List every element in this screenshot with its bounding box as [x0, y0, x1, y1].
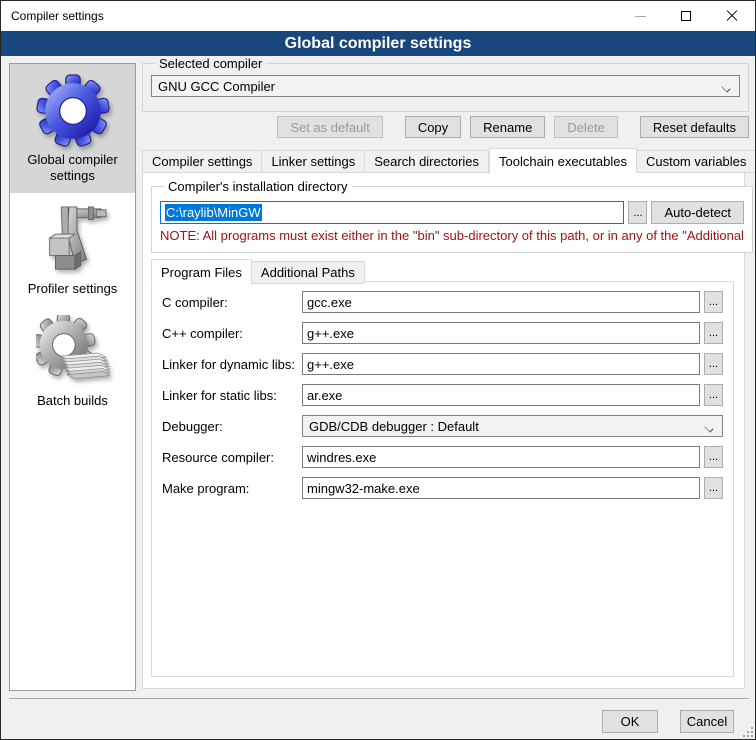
tab-toolchain-executables[interactable]: Toolchain executables — [489, 148, 637, 174]
install-directory-legend: Compiler's installation directory — [164, 179, 352, 194]
field-row-c-compiler: C compiler: ... — [152, 291, 733, 313]
sidebar-item-profiler-settings[interactable]: Profiler settings — [10, 193, 135, 305]
selected-compiler-group: Selected compiler GNU GCC Compiler — [142, 56, 749, 112]
chevron-down-icon — [705, 422, 714, 431]
compiler-select-value: GNU GCC Compiler — [158, 79, 722, 94]
set-as-default-button[interactable]: Set as default — [277, 116, 383, 138]
field-row-resource-compiler: Resource compiler: ... — [152, 446, 733, 468]
dialog-actions: OK Cancel — [602, 710, 734, 733]
close-button[interactable] — [709, 1, 755, 31]
program-files-tabbar: Program Files Additional Paths — [151, 259, 365, 284]
minimize-icon — [635, 16, 646, 17]
make-program-input[interactable] — [302, 477, 700, 499]
maximize-button[interactable] — [663, 1, 709, 31]
install-dir-browse-button[interactable]: ... — [628, 201, 647, 224]
tab-custom-variables[interactable]: Custom variables — [637, 150, 756, 173]
title-bar[interactable]: Compiler settings — [1, 1, 755, 31]
resize-grip[interactable] — [740, 724, 753, 737]
install-dir-value: C:\raylib\MinGW — [165, 204, 262, 221]
program-files-panel: C compiler: ... C++ compiler: ... Linker… — [151, 281, 734, 677]
install-dir-note: NOTE: All programs must exist either in … — [160, 228, 744, 243]
field-row-cpp-compiler: C++ compiler: ... — [152, 322, 733, 344]
dialog-body: Global compiler settings — [1, 56, 755, 739]
resource-compiler-label: Resource compiler: — [162, 450, 302, 465]
cpp-compiler-label: C++ compiler: — [162, 326, 302, 341]
c-compiler-label: C compiler: — [162, 295, 302, 310]
dynamic-linker-input[interactable] — [302, 353, 700, 375]
settings-tabbar: Compiler settings Linker settings Search… — [142, 147, 749, 173]
c-compiler-input[interactable] — [302, 291, 700, 313]
c-compiler-browse-button[interactable]: ... — [704, 291, 723, 313]
sidebar-item-batch-builds[interactable]: Batch builds — [10, 305, 135, 417]
resource-compiler-browse-button[interactable]: ... — [704, 446, 723, 468]
dynamic-linker-label: Linker for dynamic libs: — [162, 357, 302, 372]
caliper-icon — [34, 201, 112, 279]
window-title: Compiler settings — [1, 9, 104, 23]
compiler-select[interactable]: GNU GCC Compiler — [151, 75, 740, 97]
tab-program-files[interactable]: Program Files — [151, 259, 252, 285]
field-row-dynamic-linker: Linker for dynamic libs: ... — [152, 353, 733, 375]
page-header: Global compiler settings — [1, 31, 755, 56]
static-linker-input[interactable] — [302, 384, 700, 406]
reset-defaults-button[interactable]: Reset defaults — [640, 116, 749, 138]
cancel-button[interactable]: Cancel — [680, 710, 734, 733]
auto-detect-button[interactable]: Auto-detect — [651, 201, 744, 224]
static-linker-label: Linker for static libs: — [162, 388, 302, 403]
rename-button[interactable]: Rename — [470, 116, 545, 138]
install-directory-group: Compiler's installation directory C:\ray… — [151, 179, 753, 253]
sidebar-item-global-compiler-settings[interactable]: Global compiler settings — [10, 64, 135, 193]
maximize-icon — [681, 11, 691, 21]
minimize-button[interactable] — [617, 1, 663, 31]
cpp-compiler-input[interactable] — [302, 322, 700, 344]
debugger-select[interactable]: GDB/CDB debugger : Default — [302, 415, 723, 437]
settings-category-list: Global compiler settings — [9, 63, 136, 691]
ok-button[interactable]: OK — [602, 710, 658, 733]
sidebar-label-profiler-settings: Profiler settings — [12, 281, 133, 297]
compiler-actions: Set as default Copy Rename Delete Reset … — [142, 116, 749, 138]
make-program-label: Make program: — [162, 481, 302, 496]
page-title: Global compiler settings — [285, 35, 472, 53]
field-row-make-program: Make program: ... — [152, 477, 733, 499]
selected-compiler-legend: Selected compiler — [155, 56, 266, 71]
install-dir-input[interactable]: C:\raylib\MinGW — [160, 201, 624, 224]
tab-additional-paths[interactable]: Additional Paths — [252, 261, 365, 284]
toolchain-executables-page: Compiler's installation directory C:\ray… — [142, 172, 745, 689]
tab-compiler-settings[interactable]: Compiler settings — [142, 150, 262, 173]
close-icon — [726, 10, 738, 22]
sidebar-label-batch-builds: Batch builds — [12, 393, 133, 409]
tab-search-directories[interactable]: Search directories — [365, 150, 489, 173]
copy-button[interactable]: Copy — [405, 116, 461, 138]
field-row-static-linker: Linker for static libs: ... — [152, 384, 733, 406]
footer-divider — [9, 698, 749, 699]
cpp-compiler-browse-button[interactable]: ... — [704, 322, 723, 344]
delete-button[interactable]: Delete — [554, 116, 618, 138]
static-linker-browse-button[interactable]: ... — [704, 384, 723, 406]
tab-linker-settings[interactable]: Linker settings — [262, 150, 365, 173]
debugger-select-value: GDB/CDB debugger : Default — [309, 419, 705, 434]
debugger-label: Debugger: — [162, 419, 302, 434]
gray-gear-stack-icon — [34, 313, 112, 391]
compiler-settings-window: Compiler settings Global compiler settin… — [0, 0, 756, 740]
sidebar-label-global-compiler-settings: Global compiler settings — [12, 152, 133, 185]
dynamic-linker-browse-button[interactable]: ... — [704, 353, 723, 375]
make-program-browse-button[interactable]: ... — [704, 477, 723, 499]
field-row-debugger: Debugger: GDB/CDB debugger : Default — [152, 415, 733, 437]
resource-compiler-input[interactable] — [302, 446, 700, 468]
blue-gear-icon — [34, 72, 112, 150]
chevron-down-icon — [722, 82, 731, 91]
